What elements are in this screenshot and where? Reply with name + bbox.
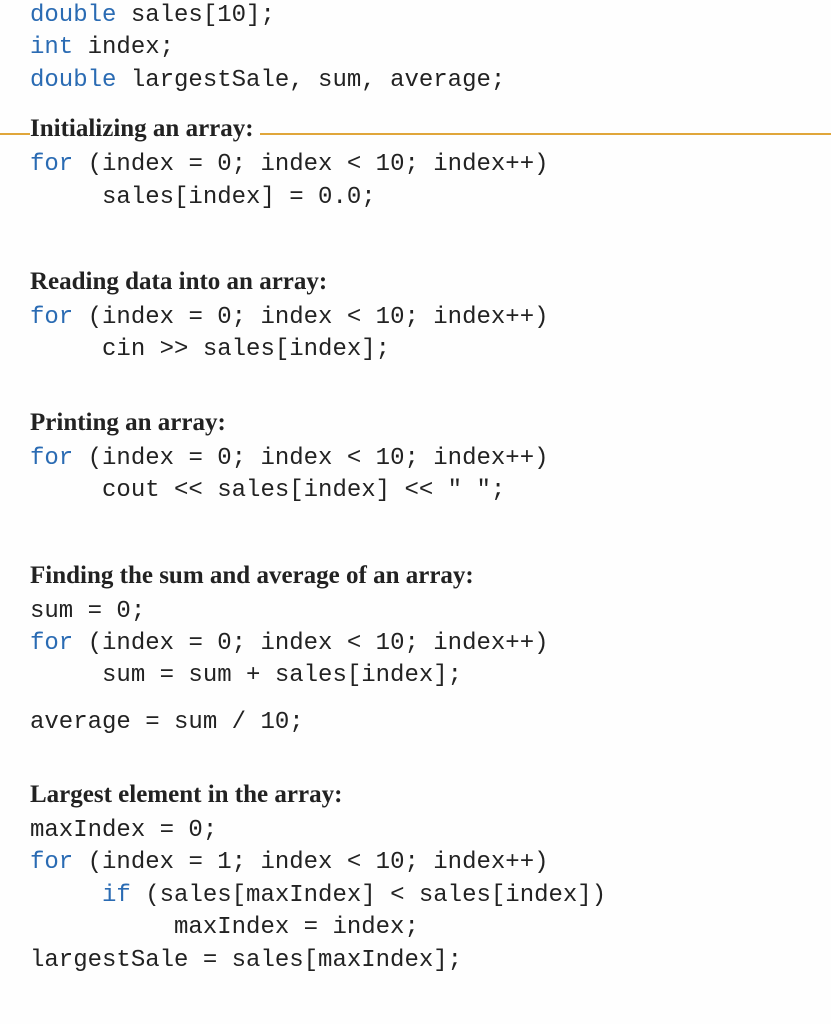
keyword-for: for: [30, 630, 73, 657]
largest-line-2b: (sales[maxIndex] < sales[index]): [131, 882, 606, 909]
keyword-double: double: [30, 2, 116, 29]
code-sumavg-avg: average = sum / 10;: [30, 707, 801, 739]
keyword-if: if: [102, 882, 131, 909]
sumavg-line-0: sum = 0;: [30, 598, 145, 625]
decl-line-3: largestSale, sum, average;: [116, 67, 505, 94]
keyword-double: double: [30, 67, 116, 94]
code-largest: maxIndex = 0; for (index = 1; index < 10…: [30, 815, 801, 977]
code-init: for (index = 0; index < 10; index++) sal…: [30, 149, 801, 214]
read-line-2: cin >> sales[index];: [30, 336, 390, 363]
init-line-2: sales[index] = 0.0;: [30, 184, 376, 211]
keyword-for: for: [30, 445, 73, 472]
code-sumavg: sum = 0; for (index = 0; index < 10; ind…: [30, 596, 801, 693]
heading-largest: Largest element in the array:: [30, 781, 801, 809]
sumavg-line-1: (index = 0; index < 10; index++): [73, 630, 548, 657]
decl-line-1: sales[10];: [116, 2, 274, 29]
section-init: Initializing an array:: [30, 115, 801, 143]
decl-line-2: index;: [73, 34, 174, 61]
declarations-block: double sales[10]; int index; double larg…: [30, 0, 801, 97]
heading-sumavg: Finding the sum and average of an array:: [30, 562, 801, 590]
print-line-2: cout << sales[index] << " ";: [30, 477, 505, 504]
keyword-for: for: [30, 151, 73, 178]
init-line-1: (index = 0; index < 10; index++): [73, 151, 548, 178]
largest-line-1: (index = 1; index < 10; index++): [73, 849, 548, 876]
largest-line-2a: [30, 882, 102, 909]
heading-init-text: Initializing an array:: [30, 115, 260, 143]
print-line-1: (index = 0; index < 10; index++): [73, 445, 548, 472]
heading-print: Printing an array:: [30, 409, 801, 437]
keyword-int: int: [30, 34, 73, 61]
heading-read: Reading data into an array:: [30, 268, 801, 296]
sumavg-line-2: sum = sum + sales[index];: [30, 662, 462, 689]
code-read: for (index = 0; index < 10; index++) cin…: [30, 302, 801, 367]
read-line-1: (index = 0; index < 10; index++): [73, 304, 548, 331]
largest-line-4: largestSale = sales[maxIndex];: [30, 947, 462, 974]
keyword-for: for: [30, 304, 73, 331]
code-print: for (index = 0; index < 10; index++) cou…: [30, 443, 801, 508]
keyword-for: for: [30, 849, 73, 876]
largest-line-0: maxIndex = 0;: [30, 817, 217, 844]
heading-init: Initializing an array:: [30, 115, 801, 143]
sumavg-line-3: average = sum / 10;: [30, 709, 304, 736]
largest-line-3: maxIndex = index;: [30, 914, 419, 941]
